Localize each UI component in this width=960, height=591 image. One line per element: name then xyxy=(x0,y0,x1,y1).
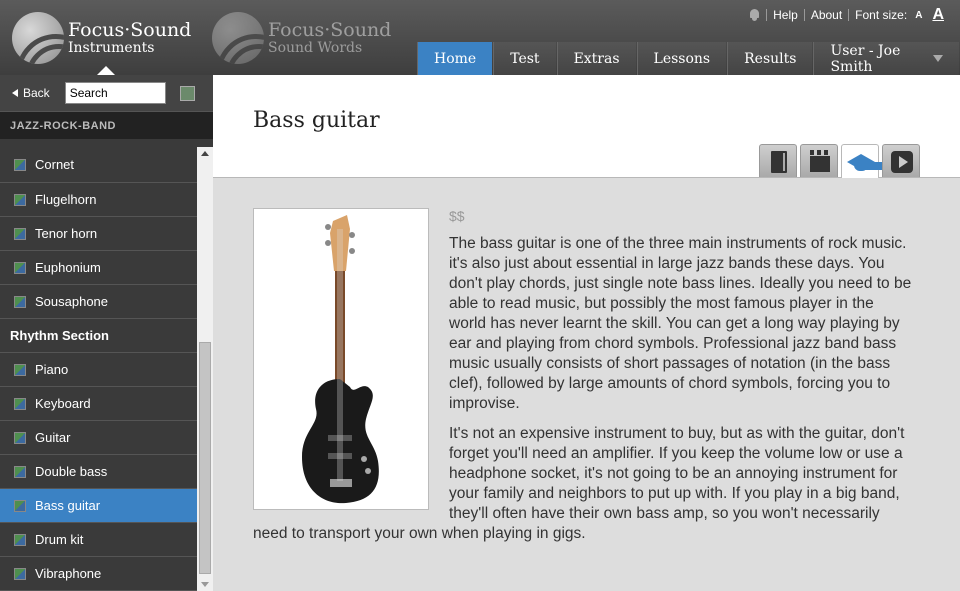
bell-icon[interactable] xyxy=(749,9,760,21)
instrument-list: Cornet Flugelhorn Tenor horn Euphonium S… xyxy=(0,147,197,591)
top-links: Help About Font size: A A xyxy=(749,6,944,24)
page-title: Bass guitar xyxy=(253,108,380,133)
instrument-icon xyxy=(14,465,26,478)
sidebar-item-label: Euphonium xyxy=(35,260,101,275)
content-header: Bass guitar xyxy=(213,75,960,178)
logo-subtitle: Sound Words xyxy=(268,40,363,56)
instrument-description: $$ The bass guitar is one of the three m… xyxy=(253,206,913,554)
tab-home[interactable]: Home xyxy=(417,42,493,75)
sidebar-item-label: Cornet xyxy=(35,157,75,172)
font-size-small-button[interactable]: A xyxy=(915,10,922,21)
active-product-indicator xyxy=(97,66,115,75)
sidebar-item-double-bass[interactable]: Double bass xyxy=(0,455,197,489)
scroll-down-icon[interactable] xyxy=(201,582,209,587)
focus-on-sound-sound-words-logo[interactable]: Focus·Sound Sound Words xyxy=(212,10,391,66)
help-link[interactable]: Help xyxy=(773,8,798,22)
font-size-label: Font size: xyxy=(855,8,908,22)
clapperboard-icon xyxy=(810,150,830,172)
instrument-icon xyxy=(14,499,26,512)
instrument-icon xyxy=(14,397,26,410)
app-header: Focus·Sound Instruments Focus·Sound Soun… xyxy=(0,0,960,75)
sidebar-item-bass-guitar[interactable]: Bass guitar xyxy=(0,489,197,523)
font-size-large-button[interactable]: A xyxy=(932,6,944,24)
scroll-up-icon[interactable] xyxy=(201,151,209,156)
tab-extras[interactable]: Extras xyxy=(556,42,636,75)
logo-subtitle: Instruments xyxy=(68,40,155,56)
sidebar-toolbar: Back xyxy=(0,75,213,111)
divider xyxy=(766,9,768,21)
content-area: $$ The bass guitar is one of the three m… xyxy=(213,179,960,591)
focus-on-sound-instruments-logo[interactable]: Focus·Sound Instruments xyxy=(12,10,191,66)
logo-icon xyxy=(12,12,64,64)
search-button[interactable] xyxy=(179,85,195,101)
user-menu-label: User - Joe Smith xyxy=(830,42,901,75)
sidebar-item-label: Sousaphone xyxy=(35,294,109,309)
sidebar-item-guitar[interactable]: Guitar xyxy=(0,421,197,455)
sidebar-item-label: Keyboard xyxy=(35,396,91,411)
sidebar-item-label: Guitar xyxy=(35,430,71,445)
sidebar-item-label: Drum kit xyxy=(35,532,84,547)
sidebar-item-keyboard[interactable]: Keyboard xyxy=(0,387,197,421)
logo-icon xyxy=(212,12,264,64)
instrument-icon xyxy=(14,227,26,240)
tab-lessons[interactable]: Lessons xyxy=(636,42,727,75)
scroll-thumb[interactable] xyxy=(199,342,211,574)
tab-play[interactable] xyxy=(882,144,920,177)
category-header: JAZZ-ROCK-BAND xyxy=(0,111,213,139)
instrument-icon xyxy=(14,158,26,171)
content-mode-tabs xyxy=(756,144,920,178)
sidebar-item-label: Flugelhorn xyxy=(35,192,97,207)
instrument-icon xyxy=(14,295,26,308)
divider xyxy=(803,9,805,21)
instrument-icon xyxy=(14,193,26,206)
instrument-icon xyxy=(14,533,26,546)
play-icon xyxy=(891,151,913,173)
sidebar-item-tenor-horn[interactable]: Tenor horn xyxy=(0,217,197,251)
logo-title: Focus·Sound xyxy=(268,19,392,41)
tab-test[interactable]: Test xyxy=(493,42,556,75)
sidebar-item-flugelhorn[interactable]: Flugelhorn xyxy=(0,183,197,217)
sidebar-item-cornet[interactable]: Cornet xyxy=(0,147,197,183)
sidebar: Back JAZZ-ROCK-BAND Cornet Flugelhorn Te… xyxy=(0,75,213,591)
tab-reading[interactable] xyxy=(759,144,797,177)
instrument-icon xyxy=(14,431,26,444)
sidebar-item-euphonium[interactable]: Euphonium xyxy=(0,251,197,285)
tab-results[interactable]: Results xyxy=(727,42,813,75)
tab-lesson[interactable] xyxy=(841,144,903,178)
sidebar-scrollbar[interactable] xyxy=(197,147,213,591)
about-link[interactable]: About xyxy=(811,8,842,22)
sidebar-item-label: Double bass xyxy=(35,464,108,479)
main-nav: Home Test Extras Lessons Results User - … xyxy=(417,42,960,75)
instrument-icon xyxy=(14,261,26,274)
logo-title: Focus·Sound xyxy=(68,19,192,41)
sidebar-group-rhythm-section[interactable]: Rhythm Section xyxy=(0,319,197,353)
back-button[interactable]: Back xyxy=(12,86,50,100)
sidebar-item-label: Tenor horn xyxy=(35,226,98,241)
sidebar-item-label: Piano xyxy=(35,362,69,377)
tab-video[interactable] xyxy=(800,144,838,177)
user-menu[interactable]: User - Joe Smith xyxy=(813,42,959,75)
instrument-icon xyxy=(14,363,26,376)
book-icon xyxy=(771,151,787,173)
instrument-icon xyxy=(14,567,26,580)
sidebar-item-vibraphone[interactable]: Vibraphone xyxy=(0,557,197,591)
graduation-cap-icon xyxy=(847,154,903,170)
sidebar-item-drum-kit[interactable]: Drum kit xyxy=(0,523,197,557)
sidebar-item-piano[interactable]: Piano xyxy=(0,353,197,387)
divider xyxy=(848,9,850,21)
sidebar-item-sousaphone[interactable]: Sousaphone xyxy=(0,285,197,319)
sidebar-item-label: Bass guitar xyxy=(35,498,101,513)
chevron-down-icon xyxy=(933,55,943,62)
sidebar-item-label: Vibraphone xyxy=(35,566,102,581)
search-input[interactable] xyxy=(64,82,166,104)
